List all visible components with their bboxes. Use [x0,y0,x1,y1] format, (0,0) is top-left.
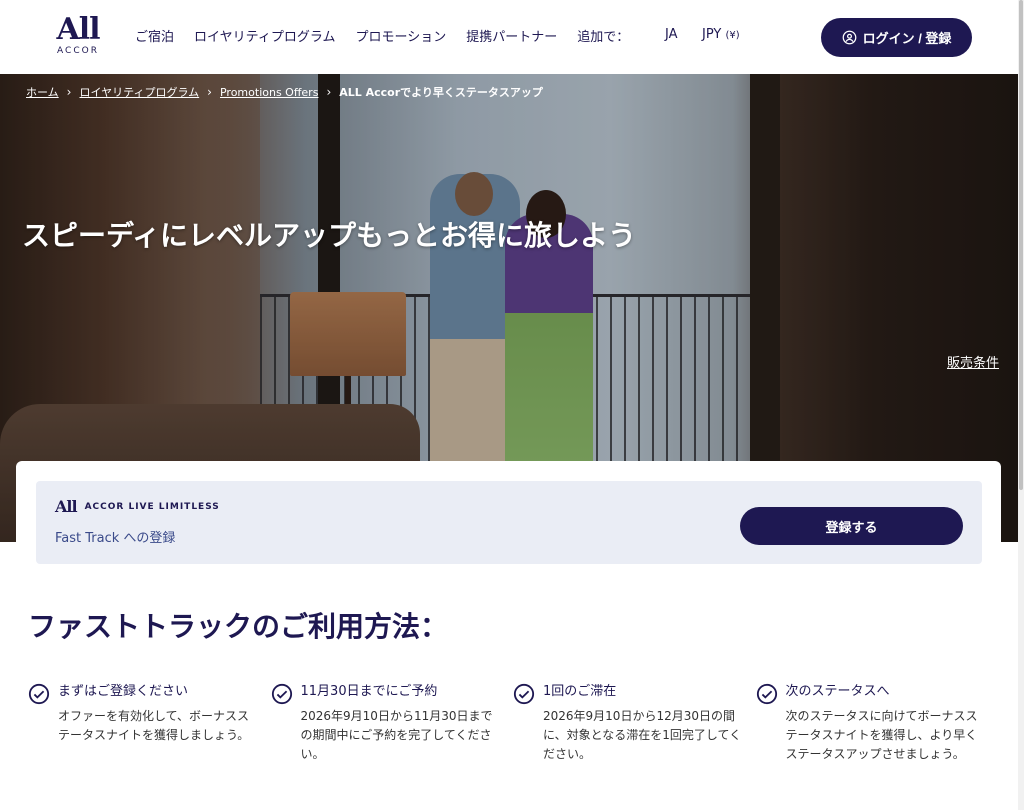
login-button-label: ログイン / 登録 [862,31,952,46]
step-item: まずはご登録ください オファーを有効化して、ボーナスステータスナイトを獲得しまし… [28,680,271,764]
hero-title: スピーディにレベルアップもっとお得に旅しよう [22,219,637,252]
scrollbar-thumb[interactable] [1019,0,1023,490]
step-description: 次のステータスに向けてボーナスステータスナイトを獲得し、より早くステータスアップ… [785,709,978,761]
chevron-right-icon: › [66,85,72,99]
step-title: まずはご登録ください [58,684,189,699]
step-title: 次のステータスへ [785,684,890,699]
nav-item-loyalty[interactable]: ロイヤリティプログラム [194,26,335,45]
breadcrumb: ホーム › ロイヤリティプログラム › Promotions Offers › … [26,84,543,100]
language-selector[interactable]: JA [665,27,678,42]
chevron-right-icon: › [207,85,212,99]
breadcrumb-home[interactable]: ホーム [26,84,59,100]
step-item: 11月30日までにご予約 2026年9月10日から11月30日までの期間中にご予… [271,680,514,764]
step-title: 1回のご滞在 [543,684,617,699]
fast-track-label: Fast Track への登録 [55,531,176,546]
steps-list: まずはご登録ください オファーを有効化して、ボーナスステータスナイトを獲得しまし… [28,680,998,764]
register-card-inner: All ACCOR LIVE LIMITLESS Fast Track への登録… [36,481,982,564]
main-nav: ご宿泊 ロイヤリティプログラム プロモーション 提携パートナー 追加で： [135,26,649,45]
brand-tagline: ACCOR LIVE LIMITLESS [84,501,220,512]
nav-item-promotions[interactable]: プロモーション [355,26,446,45]
currency-selector[interactable]: JPY (¥) [702,27,740,42]
breadcrumb-loyalty[interactable]: ロイヤリティプログラム [79,84,199,100]
logo-subtext: ACCOR [57,46,99,56]
chevron-right-icon: › [326,85,332,99]
step-title: 11月30日までにご予約 [300,684,438,699]
nav-item-more[interactable]: 追加で： [577,26,629,45]
nav-item-stays[interactable]: ご宿泊 [135,26,174,45]
currency-code: JPY [702,27,722,42]
check-circle-icon [271,683,292,705]
login-register-button[interactable]: ログイン / 登録 [821,18,972,57]
logo-mark: All [56,12,100,47]
all-logo-icon: All [55,497,78,516]
check-circle-icon [756,683,777,705]
step-description: オファーを有効化して、ボーナスステータスナイトを獲得しましょう。 [58,709,250,742]
step-item: 1回のご滞在 2026年9月10日から12月30日の間に、対象となる滞在を1回完… [513,680,756,764]
breadcrumb-current: ALL Accorでより早くステータスアップ [339,86,543,99]
site-header: All ACCOR ご宿泊 ロイヤリティプログラム プロモーション 提携パートナ… [0,0,1018,74]
step-item: 次のステータスへ 次のステータスに向けてボーナスステータスナイトを獲得し、より早… [756,680,999,764]
nav-item-partners[interactable]: 提携パートナー [466,26,557,45]
step-description: 2026年9月10日から11月30日までの期間中にご予約を完了してください。 [300,709,493,761]
check-circle-icon [513,683,535,705]
breadcrumb-promotions[interactable]: Promotions Offers [220,86,318,99]
user-circle-icon [842,30,856,45]
currency-symbol: (¥) [725,30,740,41]
terms-of-sale-link[interactable]: 販売条件 [947,352,999,371]
card-brand: All ACCOR LIVE LIMITLESS [55,497,220,516]
step-description: 2026年9月10日から12月30日の間に、対象となる滞在を1回完了してください… [543,709,742,761]
check-circle-icon [28,683,50,705]
fast-track-register-card: All ACCOR LIVE LIMITLESS Fast Track への登録… [16,461,1001,581]
how-to-title: ファストトラックのご利用方法： [28,610,449,643]
register-button[interactable]: 登録する [740,507,963,545]
all-accor-logo[interactable]: All ACCOR [52,14,104,60]
